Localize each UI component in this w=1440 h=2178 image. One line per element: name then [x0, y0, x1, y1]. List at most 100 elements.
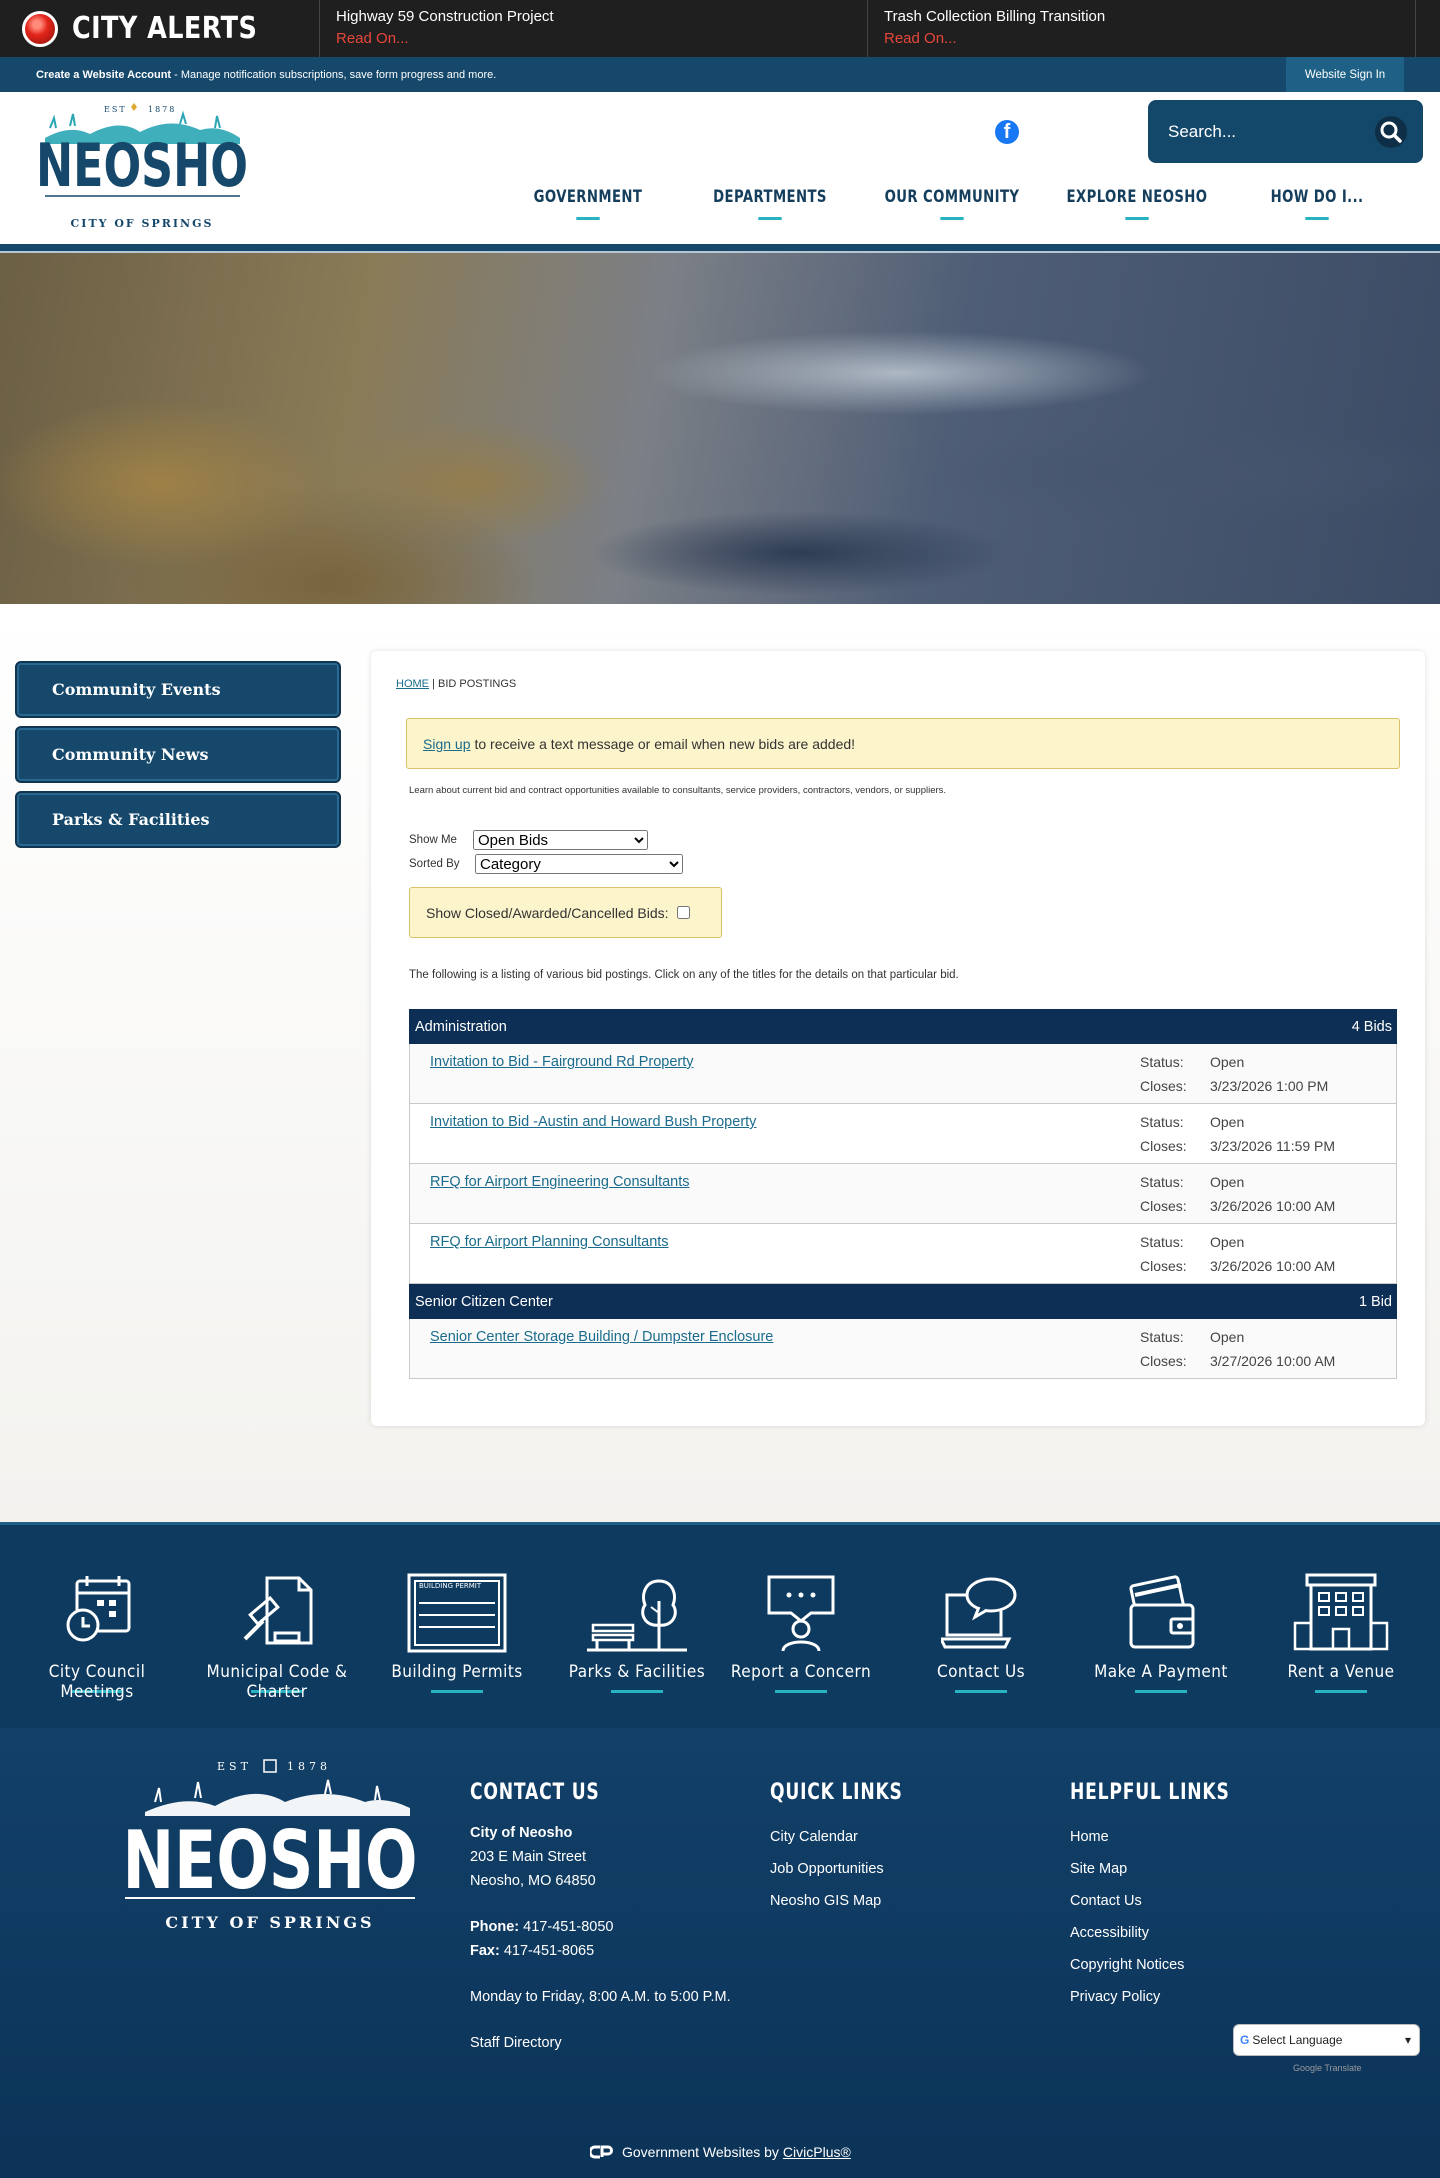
nav-government[interactable]: GOVERNMENT: [533, 187, 642, 220]
status-label: Status:: [1140, 1329, 1184, 1345]
status-label: Status:: [1140, 1054, 1184, 1070]
civicplus-icon: [590, 2145, 613, 2159]
bid-title-link[interactable]: Invitation to Bid - Fairground Rd Proper…: [430, 1054, 694, 1070]
footer-city: Neosho, MO 64850: [470, 1873, 596, 1889]
quicklink-report-concern[interactable]: Report a Concern: [716, 1573, 886, 1693]
breadcrumb-home-link[interactable]: HOME: [396, 678, 429, 690]
alert-read-on-link[interactable]: Read On...: [336, 30, 851, 47]
civicplus-credit: Government Websites by CivicPlus®: [590, 2144, 851, 2160]
bid-title-link[interactable]: Invitation to Bid -Austin and Howard Bus…: [430, 1114, 756, 1130]
quicklink-label: Municipal Code & Charter: [206, 1662, 348, 1702]
create-account-link[interactable]: Create a Website Account: [36, 69, 171, 81]
alerts-title[interactable]: CITY ALERTS: [0, 0, 320, 57]
signup-link[interactable]: Sign up: [423, 736, 470, 752]
table-row: Invitation to Bid -Austin and Howard Bus…: [409, 1104, 1397, 1164]
nav-departments[interactable]: DEPARTMENTS: [708, 187, 833, 220]
category-header-administration: Administration 4 Bids: [409, 1009, 1397, 1044]
hero-banner-image: [0, 253, 1440, 604]
search-input[interactable]: [1168, 121, 1358, 142]
sidebar-item-community-news[interactable]: Community News: [15, 726, 341, 783]
nav-explore-neosho[interactable]: EXPLORE NEOSHO: [1063, 187, 1211, 220]
closes-label: Closes:: [1140, 1353, 1187, 1369]
footer-quick-links-heading: QUICK LINKS: [770, 1780, 903, 1805]
footer-link-gis-map[interactable]: Neosho GIS Map: [770, 1885, 940, 1917]
chevron-down-icon: ▾: [1404, 2033, 1411, 2047]
create-account-description: - Manage notification subscriptions, sav…: [174, 68, 497, 81]
signup-notice: Sign up to receive a text message or ema…: [406, 718, 1400, 769]
footer-link-job-opportunities[interactable]: Job Opportunities: [770, 1853, 940, 1885]
quick-links-band: City Council Meetings Municipal Code & C…: [0, 1522, 1440, 1728]
quicklink-building-permits[interactable]: BUILDING PERMIT Building Permits: [372, 1573, 542, 1693]
closes-value: 3/26/2026 10:00 AM: [1210, 1258, 1336, 1274]
footer-link-city-calendar[interactable]: City Calendar: [770, 1821, 940, 1853]
search-box: [1148, 100, 1423, 163]
show-me-label: Show Me: [409, 834, 457, 846]
footer-contact-column: CONTACT US City of Neosho 203 E Main Str…: [470, 1780, 731, 2055]
intro-text: Learn about current bid and contract opp…: [409, 785, 947, 796]
quicklink-label: Rent a Venue: [1287, 1662, 1395, 1682]
google-translate-select[interactable]: G Select Language ▾: [1233, 2024, 1420, 2056]
footer-link-contact-us[interactable]: Contact Us: [1070, 1885, 1275, 1917]
bid-title-link[interactable]: RFQ for Airport Engineering Consultants: [430, 1174, 690, 1190]
table-row: Invitation to Bid - Fairground Rd Proper…: [409, 1044, 1397, 1104]
building-permit-icon: BUILDING PERMIT: [407, 1573, 507, 1653]
footer-link-site-map[interactable]: Site Map: [1070, 1853, 1275, 1885]
status-value: Open: [1210, 1174, 1245, 1190]
sorted-by-label: Sorted By: [409, 858, 460, 870]
footer-link-privacy[interactable]: Privacy Policy: [1070, 1981, 1275, 2013]
closes-value: 3/26/2026 10:00 AM: [1210, 1198, 1336, 1214]
nav-how-do-i[interactable]: HOW DO I...: [1259, 187, 1376, 220]
quicklink-municipal-code[interactable]: Municipal Code & Charter: [192, 1573, 362, 1702]
bid-table: Administration 4 Bids Invitation to Bid …: [409, 1009, 1397, 1379]
site-footer: EST 1878 NEOSHO CITY OF SPRINGS CONTACT …: [0, 1728, 1440, 2178]
quicklink-rent-venue[interactable]: Rent a Venue: [1256, 1573, 1426, 1693]
website-sign-in-button[interactable]: Website Sign In: [1286, 57, 1404, 92]
closes-label: Closes:: [1140, 1258, 1187, 1274]
footer-phone: Phone: 417-451-8050: [470, 1915, 731, 1939]
breadcrumb: HOME | BID POSTINGS: [396, 678, 516, 690]
city-alerts-bar: CITY ALERTS Highway 59 Construction Proj…: [0, 0, 1440, 57]
quicklink-label: Parks & Facilities: [568, 1662, 706, 1682]
alerts-heading: CITY ALERTS: [72, 11, 258, 46]
footer-link-home[interactable]: Home: [1070, 1821, 1275, 1853]
staff-directory-link[interactable]: Staff Directory: [470, 2031, 731, 2055]
nav-our-community[interactable]: OUR COMMUNITY: [882, 187, 1022, 220]
sorted-by-select[interactable]: Category: [475, 854, 683, 874]
footer-logo-est: EST: [217, 1760, 252, 1773]
show-closed-checkbox[interactable]: [676, 906, 690, 919]
quicklink-make-payment[interactable]: Make A Payment: [1076, 1573, 1246, 1693]
bid-title-link[interactable]: Senior Center Storage Building / Dumpste…: [430, 1329, 773, 1345]
status-label: Status:: [1140, 1234, 1184, 1250]
calendar-clock-icon: [66, 1576, 131, 1642]
header-divider: [0, 244, 1440, 253]
sidebar-item-community-events[interactable]: Community Events: [15, 661, 341, 718]
alert-read-on-link[interactable]: Read On...: [884, 30, 1399, 47]
sidebar-item-parks-facilities[interactable]: Parks & Facilities: [15, 791, 341, 848]
footer-link-copyright[interactable]: Copyright Notices: [1070, 1949, 1275, 1981]
quicklink-city-council-meetings[interactable]: City Council Meetings: [12, 1573, 182, 1702]
alert-icon: [22, 10, 58, 47]
search-button[interactable]: [1375, 116, 1407, 148]
show-me-select[interactable]: Open Bids: [473, 830, 648, 850]
table-row: RFQ for Airport Engineering Consultants …: [409, 1164, 1397, 1224]
quicklink-contact-us[interactable]: Contact Us: [896, 1573, 1066, 1693]
alert-item[interactable]: Highway 59 Construction Project Read On.…: [320, 0, 868, 57]
footer-logo-year: 1878: [287, 1760, 331, 1773]
facebook-icon[interactable]: f: [995, 120, 1019, 144]
footer-neosho-logo[interactable]: EST 1878 NEOSHO CITY OF SPRINGS: [115, 1756, 425, 1936]
alert-item[interactable]: Trash Collection Billing Transition Read…: [868, 0, 1416, 57]
closes-label: Closes:: [1140, 1078, 1187, 1094]
footer-link-accessibility[interactable]: Accessibility: [1070, 1917, 1275, 1949]
neosho-logo[interactable]: EST 1878 NEOSHO CITY OF SPRINGS: [30, 98, 255, 232]
quicklink-parks-facilities[interactable]: Parks & Facilities: [552, 1573, 722, 1693]
breadcrumb-current: BID POSTINGS: [437, 678, 517, 690]
phone-value[interactable]: 417-451-8050: [523, 1919, 613, 1935]
closes-value: 3/27/2026 10:00 AM: [1210, 1353, 1336, 1369]
civicplus-link[interactable]: CivicPlus®: [783, 2144, 851, 2160]
site-header: EST 1878 NEOSHO CITY OF SPRINGS f GOVERN…: [0, 92, 1440, 244]
quicklink-label: Contact Us: [936, 1662, 1026, 1682]
bid-title-link[interactable]: RFQ for Airport Planning Consultants: [430, 1234, 669, 1250]
footer-logo-tagline: CITY OF SPRINGS: [165, 1913, 374, 1932]
listing-description: The following is a listing of various bi…: [409, 969, 959, 981]
powered-by-google-translate: Google Translate: [1293, 2063, 1362, 2073]
